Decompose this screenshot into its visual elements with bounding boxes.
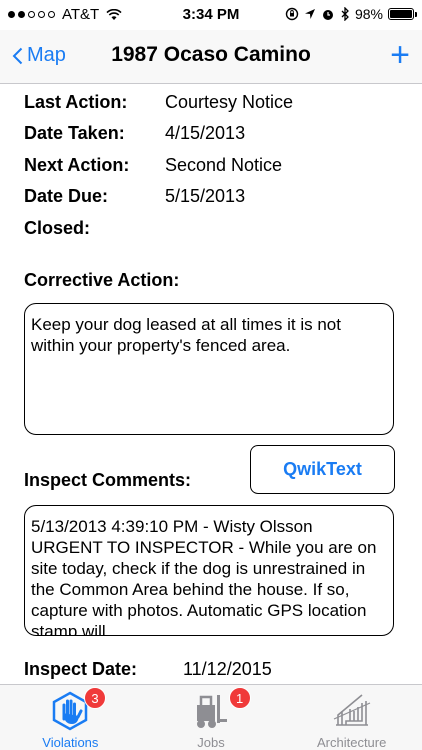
tab-label: Jobs	[197, 735, 225, 750]
field-last-action: Last Action: Courtesy Notice	[24, 92, 293, 113]
field-next-action: Next Action: Second Notice	[24, 155, 282, 176]
field-value: 11/12/2015	[183, 659, 272, 679]
qwiktext-button[interactable]: QwikText	[250, 445, 395, 494]
tab-label: Violations	[42, 735, 99, 750]
violation-detail[interactable]: Last Action: Courtesy Notice Date Taken:…	[0, 84, 422, 684]
architecture-icon	[332, 691, 372, 731]
location-arrow-icon	[304, 9, 315, 19]
add-button[interactable]: +	[390, 36, 410, 74]
field-value: Second Notice	[165, 155, 283, 175]
tab-architecture[interactable]: Architecture	[281, 685, 422, 750]
inspect-comments-textarea[interactable]: 5/13/2013 4:39:10 PM - Wisty Olsson URGE…	[24, 505, 394, 636]
bluetooth-icon	[341, 7, 349, 21]
tab-violations[interactable]: 3 Violations	[0, 685, 141, 750]
jobs-badge: 1	[228, 687, 251, 709]
battery-percent: 98%	[354, 6, 383, 22]
status-icons: 98%	[285, 6, 417, 22]
field-value: 5/15/2013	[165, 186, 246, 206]
tab-jobs[interactable]: 1 Jobs	[141, 685, 282, 750]
field-label: Closed:	[24, 218, 91, 238]
violations-badge: 3	[84, 687, 106, 709]
battery-level	[390, 10, 412, 18]
tab-label: Architecture	[316, 735, 387, 750]
navigation-bar: Map 1987 Ocaso Camino +	[0, 30, 422, 84]
field-label: Date Due:	[24, 186, 109, 206]
corrective-action-textarea[interactable]: Keep your dog leased at all times it is …	[24, 303, 394, 435]
field-label: Next Action:	[24, 155, 130, 175]
alarm-icon	[322, 10, 333, 20]
field-label: Last Action:	[24, 92, 128, 112]
field-date-due: Date Due: 5/15/2013	[24, 186, 245, 207]
status-bar: AT&T 3:34 PM 98%	[0, 0, 422, 30]
forklift-icon	[191, 691, 231, 731]
tab-bar: 3 Violations 1 Jobs Architecture	[0, 684, 422, 750]
rotation-lock-icon	[285, 7, 299, 21]
field-inspect-date: Inspect Date: 11/12/2015	[24, 659, 272, 680]
field-label: Date Taken:	[24, 123, 125, 143]
field-label: Inspect Date:	[24, 659, 138, 679]
page-title: 1987 Ocaso Camino	[111, 43, 311, 66]
inspect-comments-label: Inspect Comments:	[24, 470, 192, 490]
field-closed: Closed:	[24, 218, 165, 239]
field-date-taken: Date Taken: 4/15/2013	[24, 123, 245, 144]
field-value: 4/15/2013	[165, 123, 246, 143]
battery-icon	[388, 8, 417, 20]
field-value: Courtesy Notice	[165, 92, 294, 112]
corrective-action-label: Corrective Action:	[24, 270, 180, 290]
